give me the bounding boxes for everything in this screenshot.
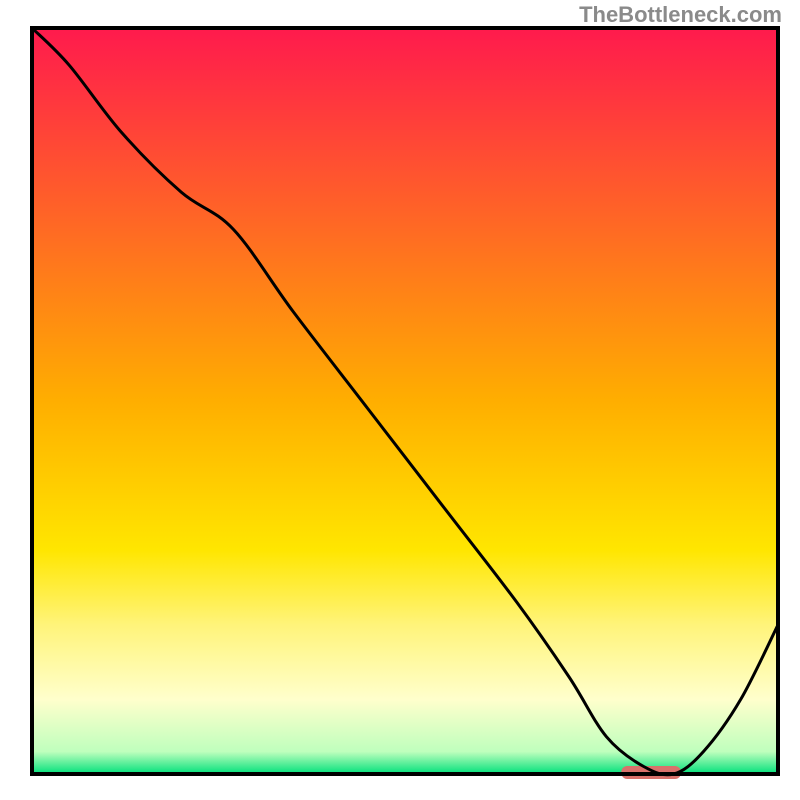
plot-background <box>32 28 778 774</box>
watermark-text: TheBottleneck.com <box>579 2 782 28</box>
plot-area <box>32 28 778 779</box>
chart-container: TheBottleneck.com <box>0 0 800 800</box>
chart-svg <box>0 0 800 800</box>
